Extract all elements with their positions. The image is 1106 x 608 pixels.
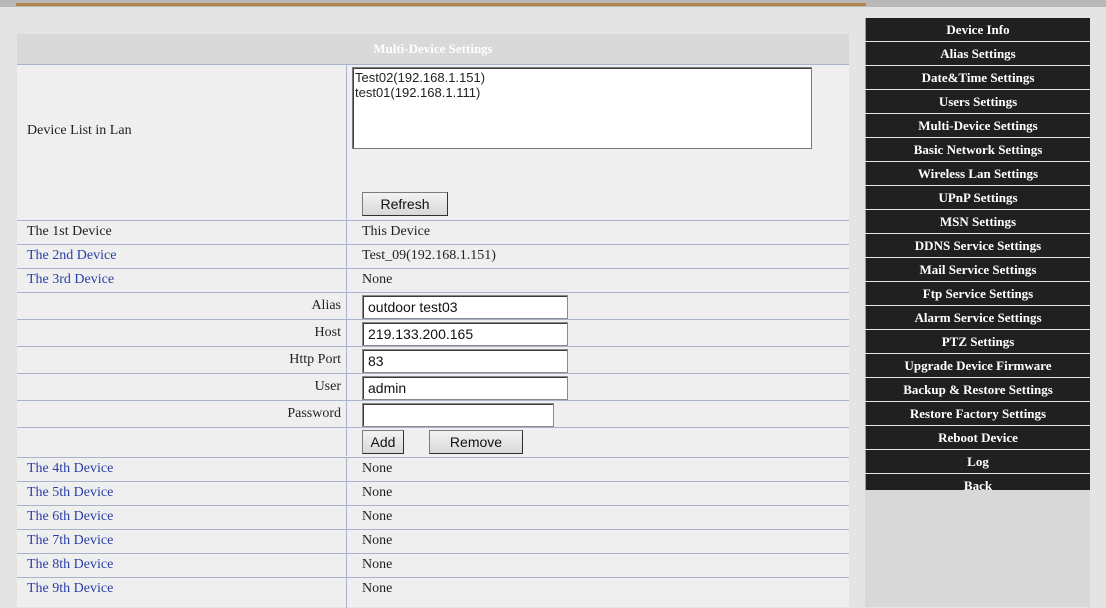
device-value: Test_09(192.168.1.151)	[362, 248, 496, 263]
device-value: None	[362, 509, 393, 524]
column-divider	[346, 374, 347, 400]
user-label: User	[314, 379, 341, 394]
column-divider	[346, 269, 347, 292]
column-divider	[346, 554, 347, 577]
menu-item-users-settings[interactable]: Users Settings	[865, 90, 1090, 113]
add-button[interactable]: Add	[362, 430, 404, 454]
column-divider	[346, 245, 347, 268]
column-divider	[346, 65, 347, 221]
menu-item-msn-settings[interactable]: MSN Settings	[865, 210, 1090, 233]
column-divider	[346, 401, 347, 427]
device-list-item[interactable]: Test02(192.168.1.151)	[355, 70, 809, 85]
column-divider	[346, 578, 347, 608]
column-divider	[346, 506, 347, 529]
device-link[interactable]: The 2nd Device	[27, 248, 116, 264]
multi-device-settings-panel: Multi-Device Settings Device List in Lan…	[17, 34, 849, 608]
alias-row: Alias outdoor test03	[17, 292, 849, 319]
form-buttons-row: Add Remove	[17, 427, 849, 456]
menu-item-alias-settings[interactable]: Alias Settings	[865, 42, 1090, 65]
menu-item-date-time-settings[interactable]: Date&Time Settings	[865, 66, 1090, 89]
device-row: The 3rd Device None	[17, 268, 849, 292]
device-row: The 5th Device None	[17, 481, 849, 505]
device-value: This Device	[362, 224, 431, 239]
device-value: None	[362, 272, 393, 287]
menu-item-upnp-settings[interactable]: UPnP Settings	[865, 186, 1090, 209]
device-row: The 7th Device None	[17, 529, 849, 553]
menu-item-ddns-service-settings[interactable]: DDNS Service Settings	[865, 234, 1090, 257]
menu-item-log[interactable]: Log	[865, 450, 1090, 473]
device-value: None	[362, 581, 393, 596]
top-accent-bar	[16, 3, 866, 6]
host-input[interactable]: 219.133.200.165	[362, 322, 568, 346]
device-list-row: Device List in Lan Test02(192.168.1.151)…	[17, 64, 849, 221]
menu-item-device-info[interactable]: Device Info	[865, 18, 1090, 41]
device-list-label: Device List in Lan	[27, 123, 132, 138]
device-link[interactable]: The 7th Device	[27, 533, 113, 549]
device-label: The 1st Device	[27, 224, 112, 239]
menu-item-wireless-lan-settings[interactable]: Wireless Lan Settings	[865, 162, 1090, 185]
device-link[interactable]: The 6th Device	[27, 509, 113, 525]
password-label: Password	[287, 406, 341, 421]
column-divider	[346, 347, 347, 373]
menu-item-mail-service-settings[interactable]: Mail Service Settings	[865, 258, 1090, 281]
refresh-button[interactable]: Refresh	[362, 192, 448, 216]
device-row: The 1st Device This Device	[17, 220, 849, 244]
device-row: The 9th Device None	[17, 577, 849, 608]
column-divider	[346, 428, 347, 456]
port-input[interactable]: 83	[362, 349, 568, 373]
device-value: None	[362, 461, 393, 476]
column-divider	[346, 293, 347, 319]
menu-item-alarm-service-settings[interactable]: Alarm Service Settings	[865, 306, 1090, 329]
device-link[interactable]: The 8th Device	[27, 557, 113, 573]
menu-item-reboot-device[interactable]: Reboot Device	[865, 426, 1090, 449]
port-row: Http Port 83	[17, 346, 849, 373]
menu-background	[865, 490, 1090, 607]
device-list-item[interactable]: test01(192.168.1.111)	[355, 85, 809, 100]
panel-title: Multi-Device Settings	[17, 34, 849, 64]
device-link[interactable]: The 4th Device	[27, 461, 113, 477]
user-input[interactable]: admin	[362, 376, 568, 400]
column-divider	[346, 458, 347, 481]
device-row: The 2nd Device Test_09(192.168.1.151)	[17, 244, 849, 268]
device-value: None	[362, 485, 393, 500]
port-label: Http Port	[289, 352, 341, 367]
menu-item-multi-device-settings[interactable]: Multi-Device Settings	[865, 114, 1090, 137]
column-divider	[346, 482, 347, 505]
menu-item-ptz-settings[interactable]: PTZ Settings	[865, 330, 1090, 353]
menu-item-ftp-service-settings[interactable]: Ftp Service Settings	[865, 282, 1090, 305]
user-row: User admin	[17, 373, 849, 400]
host-label: Host	[314, 325, 341, 340]
remove-button[interactable]: Remove	[429, 430, 523, 454]
host-row: Host 219.133.200.165	[17, 319, 849, 346]
column-divider	[346, 221, 347, 244]
password-input[interactable]	[362, 403, 554, 427]
device-row: The 8th Device None	[17, 553, 849, 577]
password-row: Password	[17, 400, 849, 427]
device-link[interactable]: The 3rd Device	[27, 272, 114, 288]
menu-item-backup-restore-settings[interactable]: Backup & Restore Settings	[865, 378, 1090, 401]
alias-input[interactable]: outdoor test03	[362, 295, 568, 319]
menu-item-basic-network-settings[interactable]: Basic Network Settings	[865, 138, 1090, 161]
column-divider	[346, 320, 347, 346]
menu-item-restore-factory-settings[interactable]: Restore Factory Settings	[865, 402, 1090, 425]
device-value: None	[362, 557, 393, 572]
alias-label: Alias	[311, 298, 341, 313]
device-value: None	[362, 533, 393, 548]
device-link[interactable]: The 9th Device	[27, 581, 113, 597]
column-divider	[346, 530, 347, 553]
device-link[interactable]: The 5th Device	[27, 485, 113, 501]
menu-item-upgrade-device-firmware[interactable]: Upgrade Device Firmware	[865, 354, 1090, 377]
device-list-box[interactable]: Test02(192.168.1.151) test01(192.168.1.1…	[352, 67, 812, 149]
settings-menu: Device Info Alias Settings Date&Time Set…	[865, 18, 1090, 498]
device-row: The 4th Device None	[17, 457, 849, 481]
device-row: The 6th Device None	[17, 505, 849, 529]
